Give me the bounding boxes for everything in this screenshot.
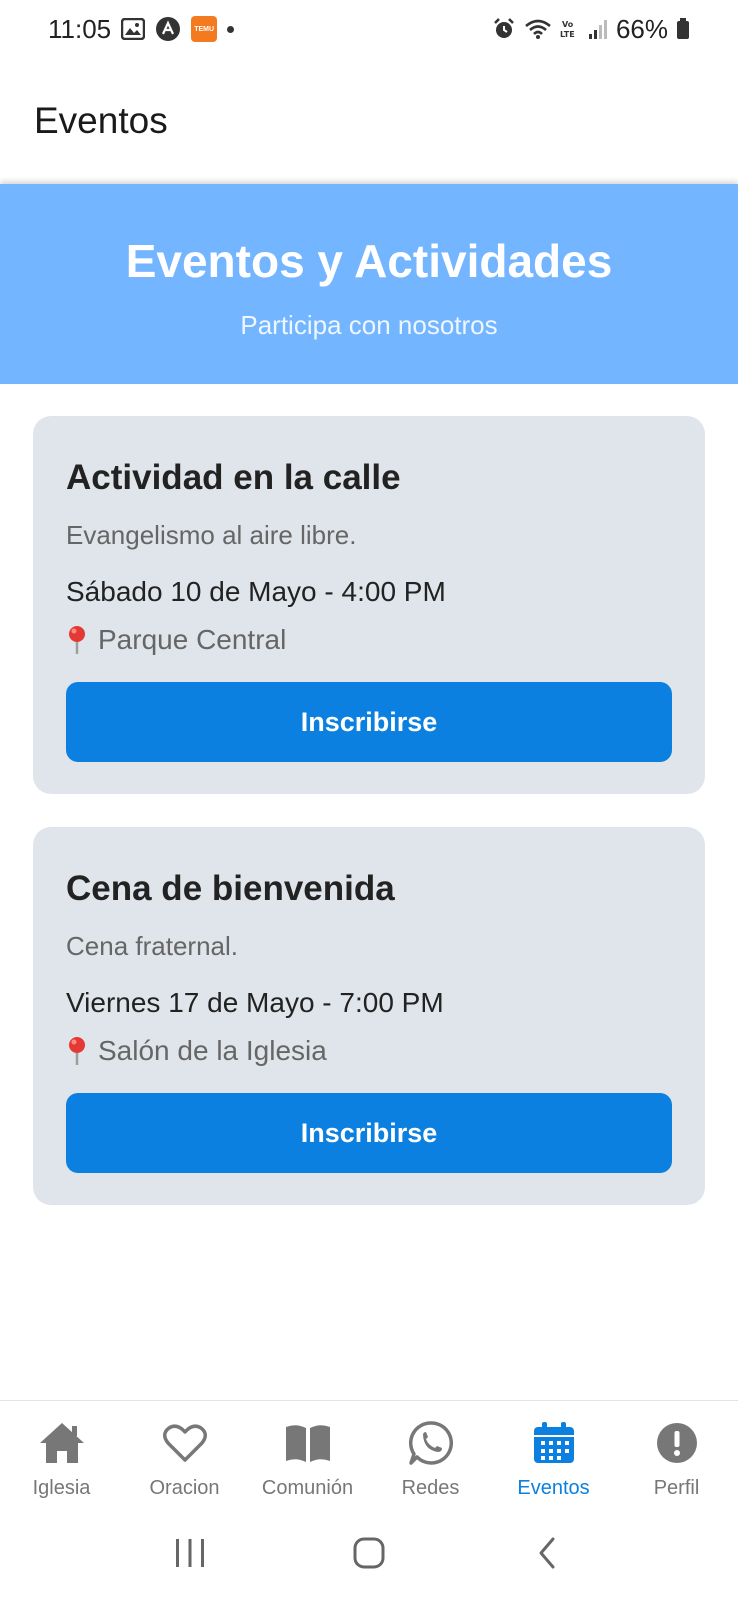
calendar-icon (530, 1419, 578, 1467)
dot-icon (227, 25, 235, 33)
alarm-icon (492, 17, 516, 41)
nav-label: Iglesia (32, 1477, 91, 1499)
hero-title: Eventos y Actividades (125, 235, 613, 287)
register-button[interactable]: Inscribirse (66, 682, 672, 762)
app-icon (155, 16, 181, 42)
heart-icon (161, 1419, 209, 1467)
status-right: Vo LTE 66% (492, 14, 690, 45)
nav-item-comunion[interactable]: Comunión (246, 1401, 369, 1506)
nav-label: Oracion (149, 1477, 220, 1499)
nav-label: Redes (401, 1477, 460, 1499)
map-pin-icon (66, 1036, 88, 1066)
event-title: Actividad en la calle (66, 458, 401, 497)
event-location-text: Parque Central (98, 624, 287, 655)
event-location: Salón de la Iglesia (66, 1035, 327, 1067)
recents-icon[interactable] (160, 1523, 220, 1583)
svg-text:LTE: LTE (560, 30, 575, 39)
whatsapp-icon (407, 1419, 455, 1467)
event-description: Cena fraternal. (66, 931, 238, 961)
status-bar: 11:05 TEMU Vo LTE 66% (0, 0, 738, 58)
event-date: Viernes 17 de Mayo - 7:00 PM (66, 987, 444, 1018)
back-icon[interactable] (518, 1523, 578, 1583)
nav-item-redes[interactable]: Redes (369, 1401, 492, 1506)
battery-percent: 66% (615, 13, 668, 44)
event-location-text: Salón de la Iglesia (98, 1035, 327, 1066)
home-icon (38, 1419, 86, 1467)
status-left: 11:05 TEMU (48, 13, 235, 45)
event-location: Parque Central (66, 624, 286, 656)
gallery-icon (121, 18, 146, 40)
nav-item-iglesia[interactable]: Iglesia (0, 1401, 123, 1506)
status-time: 11:05 (48, 13, 112, 44)
hero-banner: Eventos y Actividades Participa con noso… (0, 184, 738, 384)
home-button-icon[interactable] (339, 1523, 399, 1583)
nav-item-oracion[interactable]: Oracion (123, 1401, 246, 1506)
volte-icon: Vo LTE (560, 18, 580, 40)
battery-icon (676, 18, 690, 40)
register-button[interactable]: Inscribirse (66, 1093, 672, 1173)
nav-label: Comunión (261, 1477, 354, 1499)
temu-icon: TEMU (191, 16, 218, 42)
app-bar: Eventos (0, 58, 738, 184)
nav-label: Perfil (653, 1477, 700, 1499)
wifi-icon (524, 18, 552, 40)
nav-item-eventos[interactable]: Eventos (492, 1401, 615, 1506)
signal-icon (588, 19, 608, 39)
event-description: Evangelismo al aire libre. (66, 520, 357, 550)
page-title: Eventos (34, 100, 168, 141)
event-title: Cena de bienvenida (66, 869, 395, 908)
book-icon (284, 1419, 332, 1467)
event-date: Sábado 10 de Mayo - 4:00 PM (66, 576, 446, 607)
system-nav-bar (0, 1506, 738, 1600)
bottom-nav: Iglesia Oracion Comunión Redes Eventos P… (0, 1400, 738, 1506)
hero-subtitle: Participa con nosotros (240, 310, 498, 340)
event-card: Cena de bienvenida Cena fraternal. Viern… (33, 827, 705, 1205)
nav-item-perfil[interactable]: Perfil (615, 1401, 738, 1506)
nav-label: Eventos (517, 1477, 590, 1499)
map-pin-icon (66, 625, 88, 655)
svg-text:Vo: Vo (562, 20, 574, 29)
event-card: Actividad en la calle Evangelismo al air… (33, 416, 705, 794)
alert-circle-icon (653, 1419, 701, 1467)
